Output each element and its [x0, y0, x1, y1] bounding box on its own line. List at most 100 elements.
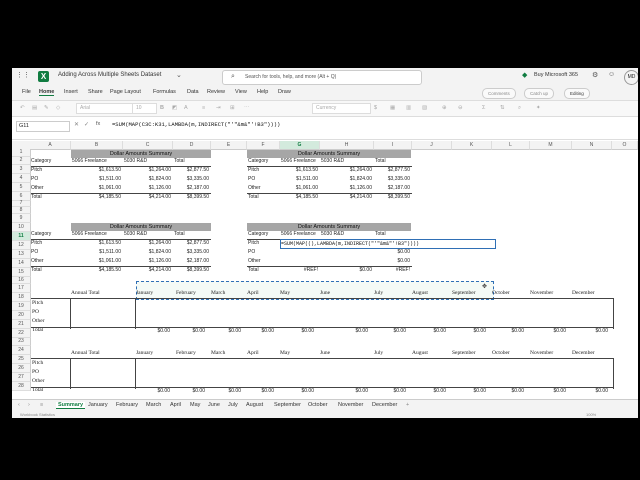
row-header-27[interactable]: 27 — [12, 373, 31, 382]
column-header-j[interactable]: J — [412, 141, 452, 150]
sheet-tab-july[interactable]: July — [228, 402, 238, 408]
sheet-tab-september[interactable]: September — [274, 402, 301, 408]
table-cell[interactable]: $2,187.00 — [374, 185, 410, 191]
catch-up-button[interactable]: Catch up — [524, 88, 555, 99]
annual-total-cell[interactable]: $0.00 — [132, 388, 170, 394]
table-cell[interactable]: $3,335.00 — [173, 249, 209, 255]
table-cell[interactable]: $1,061.00 — [71, 185, 121, 191]
table-cell[interactable]: $1,824.00 — [123, 249, 171, 255]
table-cell[interactable]: $1,264.00 — [123, 167, 171, 173]
row-header-21[interactable]: 21 — [12, 320, 31, 329]
sheet-tab-may[interactable]: May — [190, 402, 200, 408]
column-header-o[interactable]: O — [612, 141, 638, 150]
table-cell[interactable]: $3,335.00 — [173, 176, 209, 182]
column-header-k[interactable]: K — [452, 141, 492, 150]
tab-formulas[interactable]: Formulas — [153, 89, 176, 95]
annual-total-cell[interactable]: $0.00 — [316, 328, 368, 334]
share-person-icon[interactable]: ☺ — [608, 71, 615, 78]
column-header-g[interactable]: G — [280, 141, 320, 150]
row-header-14[interactable]: 14 — [12, 259, 31, 268]
row-header-1[interactable]: 1 — [12, 149, 31, 157]
tab-home[interactable]: Home — [39, 89, 55, 96]
dropdown-chevron-icon[interactable]: ⌄ — [176, 71, 182, 79]
confirm-icon[interactable]: ✓ — [84, 121, 89, 128]
row-header-16[interactable]: 16 — [12, 277, 31, 284]
undo-icon[interactable]: ↶ — [20, 105, 25, 111]
table-cell[interactable]: $8,399.50 — [374, 194, 410, 200]
annual-total-cell[interactable]: $0.00 — [132, 328, 170, 334]
table-cell[interactable]: #REF! — [280, 267, 318, 273]
row-header-11[interactable]: 11 — [12, 232, 31, 241]
comments-button[interactable]: Comments — [482, 88, 516, 99]
clear-icon[interactable]: ◇ — [56, 105, 60, 111]
table-cell[interactable]: $4,214.00 — [123, 267, 171, 273]
sum-icon[interactable]: Σ — [482, 105, 485, 111]
tab-help[interactable]: Help — [257, 89, 268, 95]
tab-draw[interactable]: Draw — [278, 89, 291, 95]
format-painter-icon[interactable]: ✎ — [44, 105, 49, 111]
column-header-d[interactable]: D — [173, 141, 211, 150]
row-header-22[interactable]: 22 — [12, 329, 31, 338]
table-cell[interactable]: $3,335.00 — [374, 176, 410, 182]
table-cell[interactable]: #REF! — [374, 267, 410, 273]
sheet-tab-summary[interactable]: Summary — [56, 402, 86, 409]
all-sheets-icon[interactable]: ≡ — [40, 402, 43, 408]
table-cell[interactable]: $0.00 — [374, 258, 410, 264]
prev-sheet-icon[interactable]: ‹ — [18, 402, 20, 408]
table-cell[interactable]: $1,824.00 — [123, 176, 171, 182]
tab-view[interactable]: View — [235, 89, 247, 95]
sheet-tab-june[interactable]: June — [208, 402, 220, 408]
annual-total-cell[interactable]: $0.00 — [568, 328, 608, 334]
table-cell[interactable]: $1,264.00 — [123, 240, 171, 246]
table-cell[interactable]: $2,187.00 — [173, 258, 209, 264]
currency-icon[interactable]: $ — [374, 105, 377, 111]
number-format-select[interactable]: Currency — [312, 103, 371, 114]
annual-total-cell[interactable]: $0.00 — [488, 388, 524, 394]
annual-total-cell[interactable]: $0.00 — [408, 388, 446, 394]
table-cell[interactable]: $1,264.00 — [320, 167, 372, 173]
sheet-tab-august[interactable]: August — [246, 402, 263, 408]
workbook-statistics[interactable]: Workbook Statistics — [20, 412, 55, 417]
column-header-a[interactable]: A — [30, 141, 71, 150]
column-header-i[interactable]: I — [374, 141, 412, 150]
tab-insert[interactable]: Insert — [64, 89, 78, 95]
document-title[interactable]: Adding Across Multiple Sheets Dataset — [58, 72, 161, 78]
column-header-b[interactable]: B — [71, 141, 123, 150]
row-header-5[interactable]: 5 — [12, 183, 31, 192]
tab-review[interactable]: Review — [207, 89, 225, 95]
buy-microsoft-link[interactable]: Buy Microsoft 365 — [534, 72, 578, 78]
column-header-c[interactable]: C — [123, 141, 173, 150]
add-sheet-icon[interactable]: + — [406, 402, 409, 408]
annual-total-cell[interactable]: $0.00 — [488, 328, 524, 334]
row-header-8[interactable]: 8 — [12, 207, 31, 214]
annual-total-cell[interactable]: $0.00 — [276, 388, 314, 394]
insert-cells-icon[interactable]: ⊕ — [442, 105, 447, 111]
tab-data[interactable]: Data — [187, 89, 199, 95]
table-cell[interactable]: $1,126.00 — [123, 185, 171, 191]
table-cell[interactable]: $2,877.50 — [374, 167, 410, 173]
annual-total-cell[interactable]: $0.00 — [448, 328, 486, 334]
zoom-level[interactable]: 100% — [586, 412, 596, 417]
next-sheet-icon[interactable]: › — [28, 402, 30, 408]
row-header-10[interactable]: 10 — [12, 223, 31, 232]
fill-color-icon[interactable]: ◩ — [172, 105, 177, 111]
table-cell[interactable]: $1,126.00 — [320, 185, 372, 191]
name-box[interactable]: G11 — [16, 121, 70, 132]
column-header-e[interactable]: E — [211, 141, 247, 150]
sheet-tab-february[interactable]: February — [116, 402, 138, 408]
table-cell[interactable]: $4,185.50 — [280, 194, 318, 200]
search-box[interactable]: ⌕ Search for tools, help, and more (Alt … — [222, 70, 422, 85]
table-cell[interactable]: $1,613.50 — [71, 240, 121, 246]
table-cell[interactable]: $4,185.50 — [71, 194, 121, 200]
table-cell[interactable]: $0.00 — [374, 249, 410, 255]
wrap-text-icon[interactable]: ⇥ — [216, 105, 221, 111]
table-cell[interactable]: $1,511.00 — [280, 176, 318, 182]
editing-mode-button[interactable]: Editing — [564, 88, 590, 99]
annual-total-cell[interactable]: $0.00 — [172, 388, 205, 394]
spreadsheet-grid[interactable]: Dollar Amounts Summary Category 5066 Free… — [12, 141, 638, 399]
annual-total-cell[interactable]: $0.00 — [207, 388, 241, 394]
clipboard-icon[interactable]: ▤ — [32, 105, 37, 111]
table-cell[interactable]: $1,613.50 — [280, 167, 318, 173]
column-header-m[interactable]: M — [530, 141, 572, 150]
table-cell[interactable]: $4,214.00 — [123, 194, 171, 200]
